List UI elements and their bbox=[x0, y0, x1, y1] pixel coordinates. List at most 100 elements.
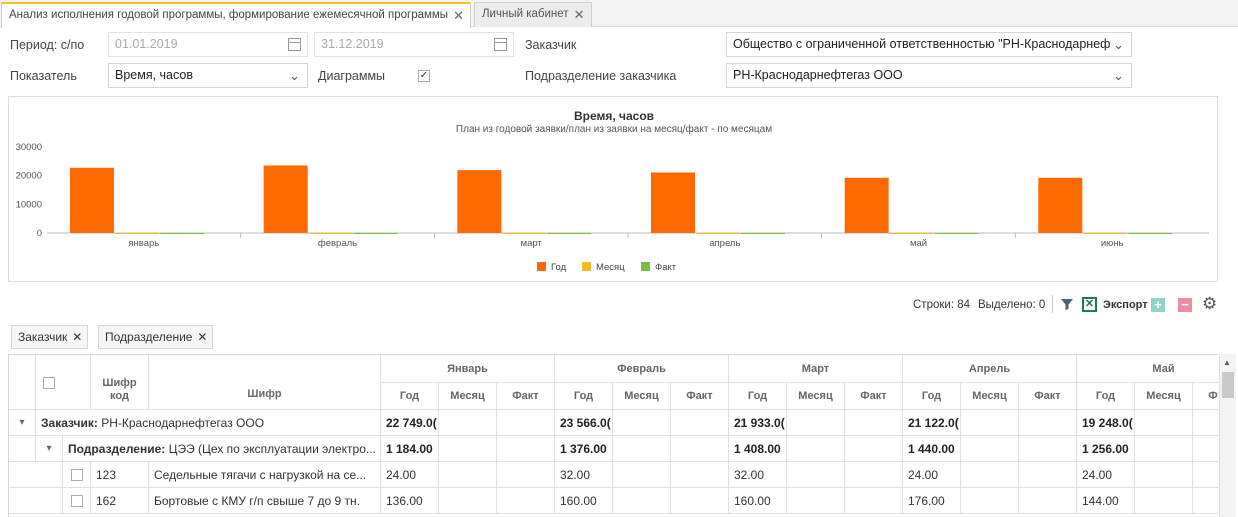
calendar-icon[interactable] bbox=[288, 38, 301, 51]
subdivision-select[interactable]: РН-Краснодарнефтегаз ООО ⌄ bbox=[726, 63, 1132, 88]
select-all-checkbox[interactable] bbox=[43, 377, 55, 389]
selected-count: Выделено: 0 bbox=[978, 299, 1046, 311]
column-header-sub[interactable]: Месяц bbox=[439, 383, 497, 410]
group-row-subdivision-cell bbox=[845, 436, 903, 462]
column-header-sub[interactable]: Месяц bbox=[787, 383, 845, 410]
row-checkbox[interactable] bbox=[71, 495, 83, 507]
group-row-customer-cell bbox=[439, 410, 497, 436]
column-header-code[interactable]: Шифр код bbox=[91, 355, 149, 410]
toolbar-divider bbox=[1052, 295, 1053, 313]
collapse-toggle[interactable]: ▾ bbox=[9, 410, 36, 436]
table-row-cell bbox=[961, 488, 1019, 514]
chevron-down-icon: ⌄ bbox=[1113, 68, 1124, 83]
add-icon[interactable]: + bbox=[1151, 298, 1165, 312]
group-row-customer-cell: 21 933.0( bbox=[729, 410, 787, 436]
column-header-sub[interactable]: Месяц bbox=[1135, 383, 1193, 410]
calendar-icon[interactable] bbox=[494, 38, 507, 51]
column-header-month[interactable]: Май bbox=[1077, 355, 1218, 383]
legend-label: Месяц bbox=[596, 262, 625, 273]
column-header-sub[interactable]: Факт bbox=[1019, 383, 1077, 410]
charts-checkbox[interactable]: ✓ bbox=[418, 70, 430, 82]
bar-Факт bbox=[1128, 233, 1173, 234]
group-row-subdivision-cell bbox=[787, 436, 845, 462]
column-header-sub[interactable]: Месяц bbox=[961, 383, 1019, 410]
table-row-cell bbox=[845, 488, 903, 514]
customer-value: Общество с ограниченной ответственностью… bbox=[733, 37, 1111, 51]
group-row-customer-cell bbox=[787, 410, 845, 436]
y-tick-label: 0 bbox=[37, 228, 42, 239]
group-row-customer-cell bbox=[671, 410, 729, 436]
table-row-cell: 24.00 bbox=[1077, 462, 1135, 488]
column-header-sub[interactable]: Год bbox=[1077, 383, 1135, 410]
column-header-month[interactable]: Март bbox=[729, 355, 903, 383]
indent-cell bbox=[9, 488, 63, 514]
group-row-customer-cell bbox=[1193, 410, 1218, 436]
table-row-cell bbox=[787, 462, 845, 488]
column-header-sub[interactable]: Год bbox=[729, 383, 787, 410]
group-row-customer-cell bbox=[845, 410, 903, 436]
group-row-subdivision-cell: 1 440.00 bbox=[903, 436, 961, 462]
group-row-subdivision-cell bbox=[671, 436, 729, 462]
column-header-month[interactable]: Февраль bbox=[555, 355, 729, 383]
group-row-customer-cell: 19 248.0( bbox=[1077, 410, 1135, 436]
table-row-name: Бортовые с КМУ г/п свыше 7 до 9 тн. bbox=[149, 488, 381, 514]
bar-Месяц bbox=[696, 233, 740, 234]
y-tick-label: 30000 bbox=[16, 142, 42, 153]
vertical-scrollbar[interactable]: ▲ bbox=[1219, 354, 1236, 517]
bar-Факт bbox=[547, 233, 592, 234]
gear-icon[interactable]: ⚙ bbox=[1202, 294, 1217, 314]
column-header-sub[interactable]: Факт bbox=[1193, 383, 1218, 410]
group-row-subdivision-cell bbox=[1135, 436, 1193, 462]
indicator-select[interactable]: Время, часов ⌄ bbox=[108, 63, 308, 88]
indent-cell bbox=[9, 436, 36, 462]
table-row-cell: 144.00 bbox=[1077, 488, 1135, 514]
column-header-sub[interactable]: Год bbox=[555, 383, 613, 410]
bar-Год bbox=[70, 167, 114, 233]
table-row-cell bbox=[439, 488, 497, 514]
table-row-cell: 160.00 bbox=[729, 488, 787, 514]
bar-Факт bbox=[353, 233, 398, 234]
close-icon[interactable]: ✕ bbox=[574, 3, 585, 26]
date-from-field[interactable]: 01.01.2019 bbox=[108, 32, 308, 57]
group-chip-subdivision[interactable]: Подразделение ✕ bbox=[98, 325, 214, 349]
date-to-field[interactable]: 31.12.2019 bbox=[314, 32, 514, 57]
group-row-subdivision-cell: 1 256.00 bbox=[1077, 436, 1135, 462]
column-header-name[interactable]: Шифр bbox=[149, 355, 381, 410]
column-header-sub[interactable]: Год bbox=[903, 383, 961, 410]
column-header-sub[interactable]: Факт bbox=[845, 383, 903, 410]
x-tick-label: февраль bbox=[318, 238, 357, 249]
column-header-month[interactable]: Январь bbox=[381, 355, 555, 383]
excel-icon[interactable]: ✕ bbox=[1082, 297, 1097, 312]
bar-Год bbox=[844, 177, 889, 233]
bar-Месяц bbox=[308, 233, 353, 234]
legend-swatch bbox=[582, 262, 591, 271]
table-row-cell bbox=[497, 462, 555, 488]
close-icon[interactable]: ✕ bbox=[453, 4, 464, 27]
y-tick-label: 20000 bbox=[16, 171, 42, 182]
remove-icon[interactable]: − bbox=[1178, 298, 1192, 312]
tab-analysis[interactable]: Анализ исполнения годовой программы, фор… bbox=[1, 2, 472, 28]
tab-personal-cabinet[interactable]: Личный кабинет ✕ bbox=[474, 2, 592, 27]
group-row-subdivision: Подразделение: ЦЭЭ (Цех по эксплуатации … bbox=[63, 436, 381, 462]
group-row-subdivision-cell bbox=[497, 436, 555, 462]
group-row-subdivision-cell bbox=[961, 436, 1019, 462]
column-header-month[interactable]: Апрель bbox=[903, 355, 1077, 383]
table-row-cell bbox=[1193, 462, 1218, 488]
column-header-sub[interactable]: Месяц bbox=[613, 383, 671, 410]
column-header-sub[interactable]: Факт bbox=[671, 383, 729, 410]
bar-Год bbox=[263, 165, 308, 233]
indicator-label: Показатель bbox=[10, 69, 77, 83]
export-button[interactable]: Экспорт bbox=[1103, 299, 1148, 311]
customer-select[interactable]: Общество с ограниченной ответственностью… bbox=[726, 32, 1132, 57]
group-chip-customer[interactable]: Заказчик ✕ bbox=[11, 325, 89, 349]
filter-icon[interactable] bbox=[1060, 297, 1074, 311]
table-row-cell bbox=[1019, 462, 1077, 488]
collapse-toggle[interactable]: ▾ bbox=[36, 436, 63, 462]
column-header-sub[interactable]: Год bbox=[381, 383, 439, 410]
row-checkbox[interactable] bbox=[71, 469, 83, 481]
close-icon[interactable]: ✕ bbox=[197, 326, 207, 348]
close-icon[interactable]: ✕ bbox=[72, 326, 82, 348]
table-row-cell: 160.00 bbox=[555, 488, 613, 514]
indicator-value: Время, часов bbox=[115, 68, 193, 82]
column-header-sub[interactable]: Факт bbox=[497, 383, 555, 410]
